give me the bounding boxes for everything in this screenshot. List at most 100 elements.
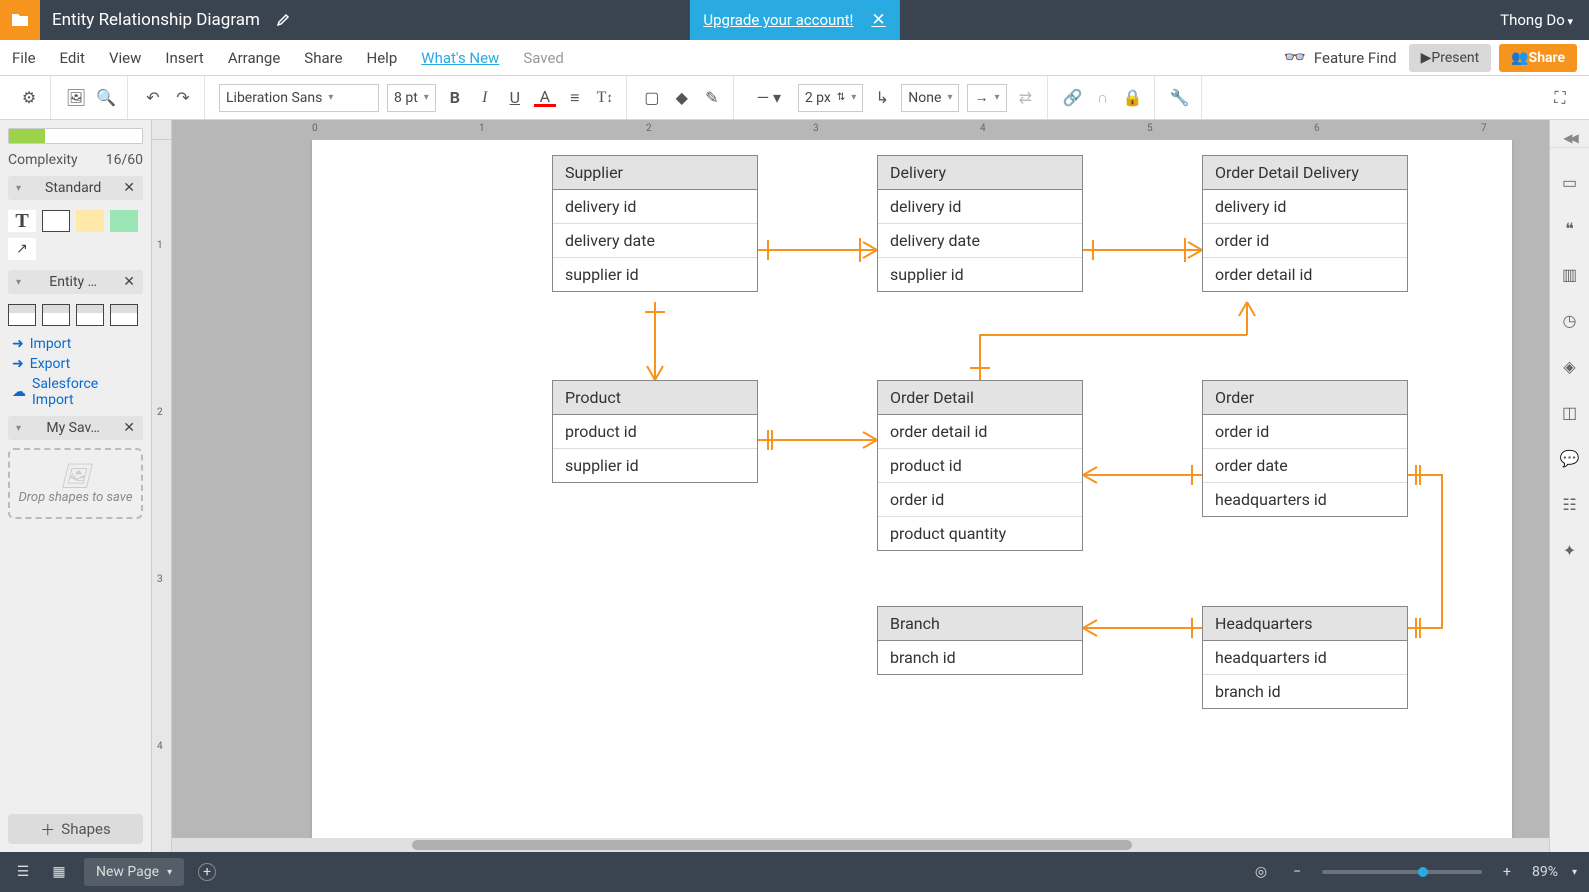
search-icon[interactable]: 🔍 bbox=[95, 87, 117, 109]
bold-icon[interactable]: B bbox=[444, 87, 466, 109]
magnet-icon[interactable]: ∩ bbox=[1092, 87, 1114, 109]
underline-icon[interactable]: U bbox=[504, 87, 526, 109]
entity-attribute[interactable]: headquarters id bbox=[1203, 641, 1407, 675]
entity-attribute[interactable]: order id bbox=[1203, 224, 1407, 258]
close-icon[interactable]: ✕ bbox=[123, 274, 135, 290]
entity-header[interactable]: Product bbox=[553, 381, 757, 415]
page-tab[interactable]: New Page bbox=[84, 858, 184, 886]
entity-attribute[interactable]: supplier id bbox=[553, 449, 757, 482]
user-menu[interactable]: Thong Do bbox=[1500, 11, 1573, 29]
target-icon[interactable]: ◎ bbox=[1250, 861, 1272, 883]
presentation-icon[interactable]: ▥ bbox=[1558, 262, 1582, 286]
shape-entity-1[interactable] bbox=[8, 304, 36, 326]
entity-attribute[interactable]: supplier id bbox=[553, 258, 757, 291]
entity-header[interactable]: Order bbox=[1203, 381, 1407, 415]
shape-border-icon[interactable]: ▢ bbox=[641, 87, 663, 109]
font-size-select[interactable]: 8 pt bbox=[387, 84, 436, 112]
menu-file[interactable]: File bbox=[0, 49, 48, 67]
shape-text[interactable]: T bbox=[8, 210, 36, 232]
shape-entity-2[interactable] bbox=[42, 304, 70, 326]
menu-share[interactable]: Share bbox=[292, 49, 354, 67]
menu-insert[interactable]: Insert bbox=[153, 49, 215, 67]
italic-icon[interactable]: I bbox=[474, 87, 496, 109]
entity-attribute[interactable]: order date bbox=[1203, 449, 1407, 483]
entity-headquarters[interactable]: Headquartersheadquarters idbranch id bbox=[1202, 606, 1408, 709]
shapes-button[interactable]: ＋ Shapes bbox=[8, 814, 143, 844]
salesforce-import-link[interactable]: ☁Salesforce Import bbox=[12, 376, 143, 408]
page-icon[interactable]: ▭ bbox=[1558, 170, 1582, 194]
comment-icon[interactable]: ❝ bbox=[1558, 216, 1582, 240]
upgrade-close-icon[interactable]: ✕ bbox=[871, 10, 885, 30]
entity-supplier[interactable]: Supplierdelivery iddelivery datesupplier… bbox=[552, 155, 758, 292]
shape-line[interactable]: ↗ bbox=[8, 238, 36, 260]
shape-entity-4[interactable] bbox=[110, 304, 138, 326]
entity-attribute[interactable]: order detail id bbox=[1203, 258, 1407, 291]
entity-attribute[interactable]: delivery date bbox=[553, 224, 757, 258]
entity-attribute[interactable]: order detail id bbox=[878, 415, 1082, 449]
entity-attribute[interactable]: supplier id bbox=[878, 258, 1082, 291]
grid-view-icon[interactable]: ▦ bbox=[48, 861, 70, 883]
fullscreen-icon[interactable]: ⛶ bbox=[1549, 87, 1571, 109]
shape-rect[interactable] bbox=[42, 210, 70, 232]
entity-header[interactable]: Order Detail bbox=[878, 381, 1082, 415]
spark-icon[interactable]: ✦ bbox=[1558, 538, 1582, 562]
stroke-width-select[interactable]: 2 px⇅ bbox=[798, 84, 863, 112]
entity-header[interactable]: Supplier bbox=[553, 156, 757, 190]
rename-icon[interactable] bbox=[272, 9, 294, 31]
present-button[interactable]: ▶ Present bbox=[1409, 44, 1492, 72]
zoom-out-icon[interactable]: − bbox=[1286, 861, 1308, 883]
entity-header[interactable]: Delivery bbox=[878, 156, 1082, 190]
collapse-rail-icon[interactable]: ◀◀ bbox=[1550, 128, 1589, 148]
wrench-icon[interactable]: 🔧 bbox=[1169, 87, 1191, 109]
master-page-icon[interactable]: ◫ bbox=[1558, 400, 1582, 424]
insert-image-icon[interactable]: 🖼 bbox=[65, 87, 87, 109]
export-link[interactable]: ➜Export bbox=[12, 356, 143, 372]
document-title[interactable]: Entity Relationship Diagram bbox=[52, 10, 260, 30]
entity-attribute[interactable]: order id bbox=[1203, 415, 1407, 449]
entity-delivery[interactable]: Deliverydelivery iddelivery datesupplier… bbox=[877, 155, 1083, 292]
line-style-icon[interactable]: — ▾ bbox=[748, 87, 790, 109]
entity-header[interactable]: Order Detail Delivery bbox=[1203, 156, 1407, 190]
canvas-viewport[interactable]: Supplierdelivery iddelivery datesupplier… bbox=[172, 140, 1549, 852]
menu-edit[interactable]: Edit bbox=[48, 49, 97, 67]
arrow-end-select[interactable]: → bbox=[967, 84, 1006, 112]
entity-attribute[interactable]: order id bbox=[878, 483, 1082, 517]
link-icon[interactable]: 🔗 bbox=[1062, 87, 1084, 109]
entity-product[interactable]: Productproduct idsupplier id bbox=[552, 380, 758, 483]
text-color-icon[interactable]: A bbox=[534, 89, 556, 107]
upgrade-link[interactable]: Upgrade your account! bbox=[703, 11, 853, 29]
section-entity[interactable]: Entity …✕ bbox=[8, 270, 143, 294]
drop-zone[interactable]: 🖼 Drop shapes to save bbox=[8, 448, 143, 519]
layers-icon[interactable]: ◈ bbox=[1558, 354, 1582, 378]
undo-icon[interactable]: ↶ bbox=[142, 87, 164, 109]
menu-arrange[interactable]: Arrange bbox=[216, 49, 292, 67]
entity-header[interactable]: Branch bbox=[878, 607, 1082, 641]
menu-help[interactable]: Help bbox=[355, 49, 410, 67]
text-size-icon[interactable]: T↕ bbox=[594, 87, 616, 109]
entity-attribute[interactable]: delivery id bbox=[1203, 190, 1407, 224]
entity-attribute[interactable]: branch id bbox=[878, 641, 1082, 674]
arrow-start-select[interactable]: None bbox=[901, 84, 959, 112]
menu-view[interactable]: View bbox=[97, 49, 153, 67]
chat-icon[interactable]: 💬 bbox=[1558, 446, 1582, 470]
outline-view-icon[interactable]: ☰ bbox=[12, 861, 34, 883]
entity-attribute[interactable]: product id bbox=[553, 415, 757, 449]
page[interactable]: Supplierdelivery iddelivery datesupplier… bbox=[312, 140, 1512, 852]
redo-icon[interactable]: ↷ bbox=[172, 87, 194, 109]
entity-order-detail[interactable]: Order Detailorder detail idproduct idord… bbox=[877, 380, 1083, 551]
zoom-in-icon[interactable]: + bbox=[1496, 861, 1518, 883]
data-icon[interactable]: ☷ bbox=[1558, 492, 1582, 516]
folder-icon[interactable] bbox=[0, 0, 40, 40]
swap-ends-icon[interactable]: ⇄ bbox=[1015, 87, 1037, 109]
history-icon[interactable]: ◷ bbox=[1558, 308, 1582, 332]
entity-attribute[interactable]: delivery id bbox=[553, 190, 757, 224]
add-page-icon[interactable]: + bbox=[198, 863, 216, 881]
zoom-value[interactable]: 89% bbox=[1532, 864, 1558, 880]
entity-attribute[interactable]: delivery id bbox=[878, 190, 1082, 224]
section-standard[interactable]: Standard✕ bbox=[8, 176, 143, 200]
entity-order[interactable]: Orderorder idorder dateheadquarters id bbox=[1202, 380, 1408, 517]
scrollbar-horizontal[interactable] bbox=[172, 838, 1549, 852]
settings-gear-icon[interactable]: ⚙ bbox=[18, 87, 40, 109]
entity-header[interactable]: Headquarters bbox=[1203, 607, 1407, 641]
close-icon[interactable]: ✕ bbox=[123, 420, 135, 436]
